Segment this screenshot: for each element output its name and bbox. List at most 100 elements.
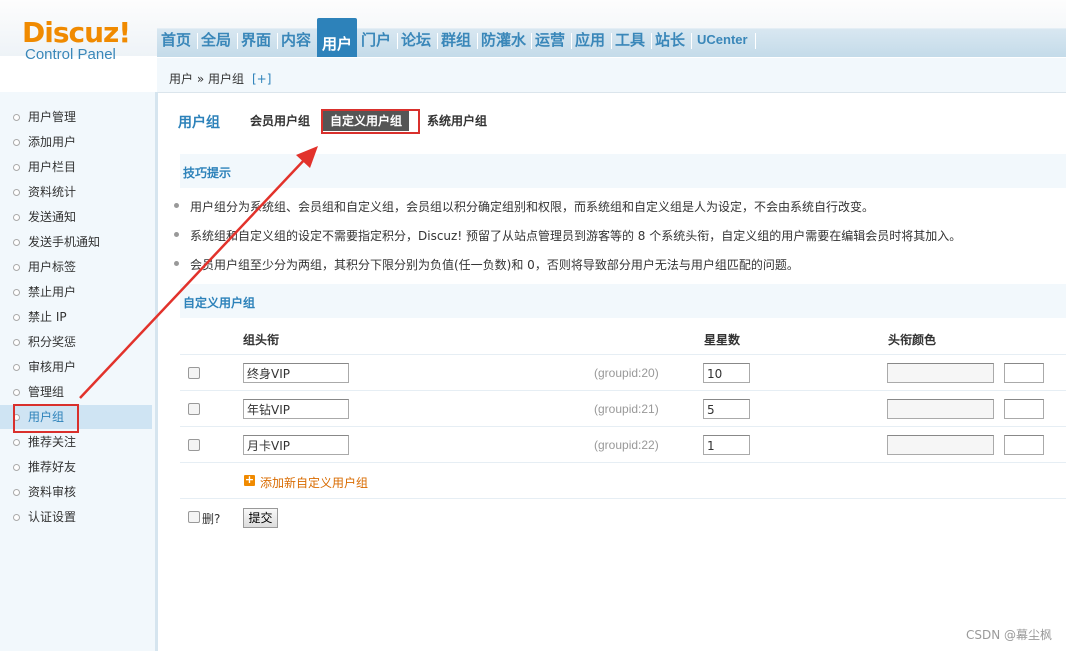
column-header-stars: 星星数 [704, 333, 741, 347]
delete-all-checkbox[interactable] [188, 511, 200, 523]
sidebar-item-label: 用户栏目 [28, 160, 77, 174]
submit-button[interactable]: 提交 [243, 508, 278, 528]
sidebar-item-verify-settings[interactable]: 认证设置 [0, 505, 152, 529]
nav-item-apps[interactable]: 应用 [575, 29, 605, 55]
stars-input[interactable]: 10 [703, 363, 750, 383]
bullet-icon [13, 114, 20, 121]
sidebar-item-profile-review[interactable]: 资料审核 [0, 480, 152, 504]
color-preview[interactable] [1004, 363, 1044, 383]
discuz-logo[interactable]: Discuz! Control Panel [22, 16, 142, 63]
nav-item-content[interactable]: 内容 [281, 29, 311, 55]
breadcrumb: 用户 » 用户组 [+] [169, 70, 271, 87]
sidebar-item-add-user[interactable]: 添加用户 [0, 130, 152, 154]
row-divider [180, 390, 1066, 391]
tip-text: 会员用户组至少分为两组，其积分下限分别为负值(任一负数)和 0，否则将导致部分用… [190, 258, 799, 272]
breadcrumb-path: 用户 » 用户组 [169, 72, 244, 86]
sidebar-item-send-sms[interactable]: 发送手机通知 [0, 230, 152, 254]
custom-groups-header: 自定义用户组 [180, 284, 1066, 318]
sidebar-item-label: 资料统计 [28, 185, 77, 199]
bullet-icon [13, 164, 20, 171]
color-preview[interactable] [1004, 399, 1044, 419]
sidebar-item-recommend-follow[interactable]: 推荐关注 [0, 430, 152, 454]
nav-item-interface[interactable]: 界面 [241, 29, 271, 55]
sidebar-item-admin-group[interactable]: 管理组 [0, 380, 152, 404]
color-input[interactable] [887, 399, 994, 419]
breadcrumb-bar: 用户 » 用户组 [+] [157, 58, 1066, 93]
color-preview[interactable] [1004, 435, 1044, 455]
tip-item: 会员用户组至少分为两组，其积分下限分别为负值(任一负数)和 0，否则将导致部分用… [174, 256, 799, 273]
bullet-icon [13, 464, 20, 471]
sidebar-item-credits[interactable]: 积分奖惩 [0, 330, 152, 354]
main-nav: 首页 全局 界面 内容 用户 门户 论坛 群组 防灌水 运营 应用 工具 站长 … [157, 18, 1066, 57]
add-shortcut-button[interactable]: [+] [252, 72, 271, 86]
stars-input[interactable]: 1 [703, 435, 750, 455]
nav-item-group[interactable]: 群组 [441, 29, 471, 55]
stars-input[interactable]: 5 [703, 399, 750, 419]
sidebar-item-label: 审核用户 [28, 360, 77, 374]
sidebar-item-user-tags[interactable]: 用户标签 [0, 255, 152, 279]
sidebar-item-user-manage[interactable]: 用户管理 [0, 105, 152, 129]
custom-groups-title: 自定义用户组 [183, 296, 256, 310]
sidebar-item-label: 用户标签 [28, 260, 77, 274]
sidebar: 用户管理 添加用户 用户栏目 资料统计 发送通知 发送手机通知 用户标签 禁止用… [0, 92, 158, 651]
bullet-icon [13, 514, 20, 521]
bullet-icon [13, 339, 20, 346]
top-header: Discuz! Control Panel 首页 全局 界面 内容 用户 门户 … [0, 0, 1066, 62]
nav-item-ucenter[interactable]: UCenter [697, 29, 748, 55]
sidebar-item-moderate-user[interactable]: 审核用户 [0, 355, 152, 379]
nav-item-webmaster[interactable]: 站长 [655, 29, 685, 55]
nav-item-home[interactable]: 首页 [161, 29, 191, 55]
sidebar-item-recommend-friend[interactable]: 推荐好友 [0, 455, 152, 479]
main-content: 用户组 会员用户组 自定义用户组 系统用户组 技巧提示 用户组分为系统组、会员组… [160, 92, 1066, 651]
bullet-icon [13, 489, 20, 496]
color-input[interactable] [887, 435, 994, 455]
bullet-icon [13, 264, 20, 271]
nav-item-tools[interactable]: 工具 [615, 29, 645, 55]
nav-separator [611, 33, 612, 49]
nav-item-operation[interactable]: 运营 [535, 29, 565, 55]
group-title-input[interactable]: 终身VIP [243, 363, 349, 383]
bullet-icon [13, 189, 20, 196]
watermark: CSDN @幕尘枫 [965, 628, 1052, 642]
color-input[interactable] [887, 363, 994, 383]
bullet-icon [13, 314, 20, 321]
sidebar-item-label: 发送通知 [28, 210, 77, 224]
delete-checkbox[interactable] [188, 439, 200, 451]
nav-item-user[interactable]: 用户 [317, 18, 357, 57]
nav-item-portal[interactable]: 门户 [361, 29, 391, 55]
group-title-input[interactable]: 年钻VIP [243, 399, 349, 419]
nav-separator [531, 33, 532, 49]
sidebar-item-label: 发送手机通知 [28, 235, 101, 249]
sidebar-item-label: 推荐关注 [28, 435, 77, 449]
group-id-label: (groupid:22) [594, 438, 659, 452]
group-title-input[interactable]: 月卡VIP [243, 435, 349, 455]
tip-item: 用户组分为系统组、会员组和自定义组，会员组以积分确定组别和权限，而系统组和自定义… [174, 198, 874, 215]
bullet-icon [13, 364, 20, 371]
group-id-label: (groupid:20) [594, 366, 659, 380]
sidebar-item-label: 推荐好友 [28, 460, 77, 474]
nav-separator [397, 33, 398, 49]
logo-subtitle: Control Panel [25, 46, 116, 63]
sidebar-item-label: 禁止用户 [28, 285, 77, 299]
tab-system-groups[interactable]: 系统用户组 [427, 112, 487, 129]
nav-item-global[interactable]: 全局 [201, 29, 231, 55]
sidebar-item-send-notice[interactable]: 发送通知 [0, 205, 152, 229]
nav-item-forum[interactable]: 论坛 [401, 29, 431, 55]
tab-member-groups[interactable]: 会员用户组 [250, 112, 310, 129]
bullet-icon [13, 214, 20, 221]
page-title: 用户组 [178, 115, 220, 131]
delete-checkbox[interactable] [188, 367, 200, 379]
sidebar-item-ban-user[interactable]: 禁止用户 [0, 280, 152, 304]
nav-item-antispam[interactable]: 防灌水 [481, 29, 526, 55]
sidebar-item-label: 用户管理 [28, 110, 77, 124]
nav-separator [277, 33, 278, 49]
nav-separator [755, 33, 756, 49]
delete-checkbox[interactable] [188, 403, 200, 415]
column-header-color: 头衔颜色 [888, 333, 937, 347]
sidebar-item-label: 资料审核 [28, 485, 77, 499]
sidebar-item-ban-ip[interactable]: 禁止 IP [0, 305, 152, 329]
logo-brand: Discuz! [22, 16, 131, 49]
delete-label: 删? [202, 512, 221, 526]
sidebar-item-profile-stats[interactable]: 资料统计 [0, 180, 152, 204]
sidebar-item-user-fields[interactable]: 用户栏目 [0, 155, 152, 179]
